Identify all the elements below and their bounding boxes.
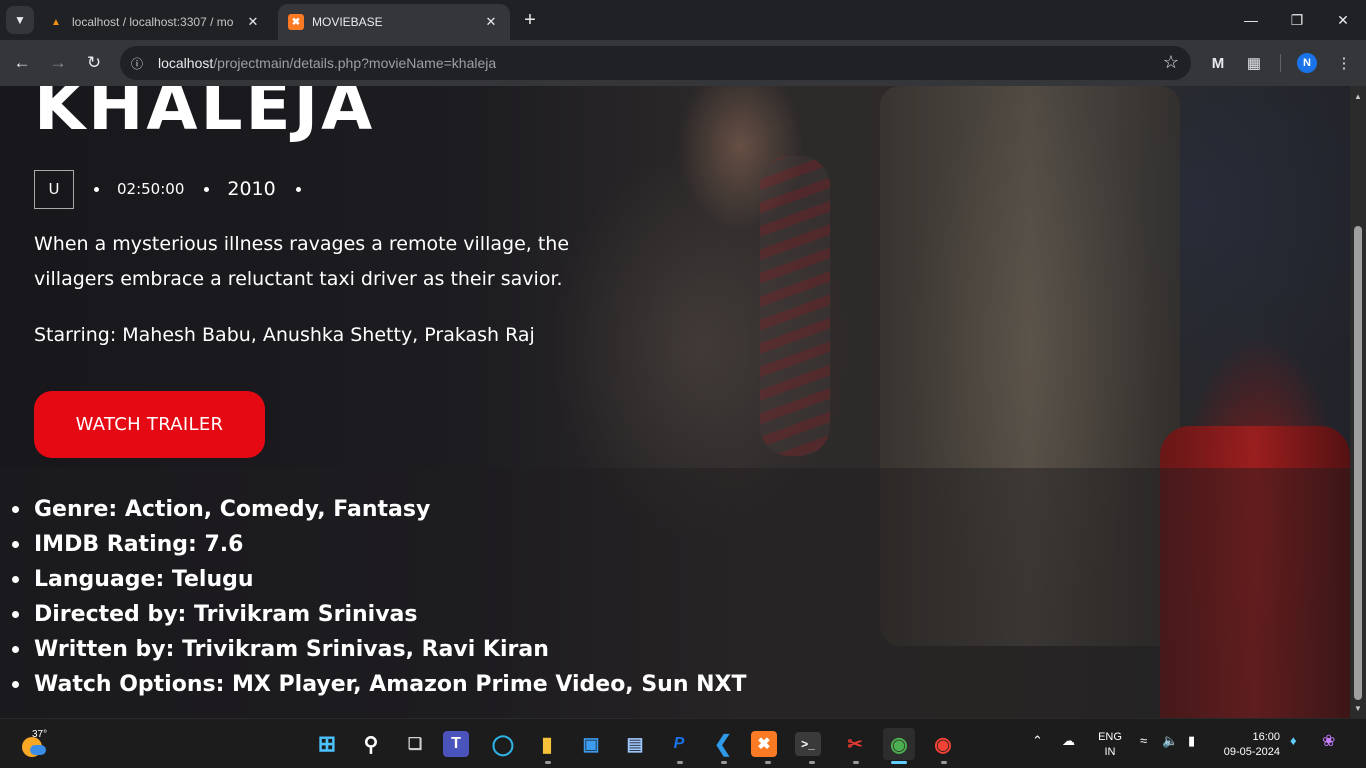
reload-button[interactable]: ↻ (80, 49, 108, 77)
tab-search-button[interactable]: ▼ (6, 6, 34, 34)
movie-starring: Starring: Mahesh Babu, Anushka Shetty, P… (34, 324, 535, 346)
photos-app-icon[interactable]: ▤ (619, 728, 651, 760)
input-language-indicator[interactable]: ENG IN (1094, 730, 1126, 760)
separator-dot (295, 186, 301, 192)
scroll-thumb[interactable] (1354, 226, 1362, 700)
close-icon[interactable]: ✕ (244, 13, 262, 31)
scroll-down-arrow-icon[interactable]: ▼ (1350, 700, 1366, 716)
separator-dot (94, 186, 99, 192)
battery-icon[interactable]: ▮ (1188, 733, 1195, 749)
snipping-tool-icon[interactable]: ✂ (839, 728, 871, 760)
task-view-icon[interactable]: ❏ (399, 728, 431, 760)
scroll-up-arrow-icon[interactable]: ▲ (1350, 88, 1366, 104)
file-explorer-icon[interactable]: ▮ (531, 728, 563, 760)
site-info-icon[interactable]: ⓘ (124, 50, 150, 76)
detail-watch-options: Watch Options: MX Player, Amazon Prime V… (12, 667, 747, 702)
forward-button[interactable]: → (44, 49, 72, 77)
detail-directed-by: Directed by: Trivikram Srinivas (12, 597, 747, 632)
windows-taskbar: 37° ⊞ ⚲ ❏ T ◯ ▮ ▣ ▤ P ❮ ✖ >_ ✂ ◉ ◉ ⌃ ☁ E… (0, 718, 1366, 768)
browser-toolbar: ← → ↻ ⓘ localhost/projectmain/details.ph… (0, 40, 1366, 86)
copilot-icon[interactable]: ❀ (1322, 731, 1335, 751)
bookmark-star-icon[interactable]: ☆ (1163, 52, 1179, 73)
active-app-indicator (891, 761, 907, 764)
restore-button[interactable]: ❐ (1274, 4, 1320, 36)
chrome-profile-n-icon[interactable]: ◉ (883, 728, 915, 760)
running-indicator (721, 761, 727, 764)
page-scrollbar[interactable]: ▲ ▼ (1350, 86, 1366, 718)
phpmyadmin-icon: ▲ (51, 16, 61, 28)
detail-written-by: Written by: Trivikram Srinivas, Ravi Kir… (12, 632, 747, 667)
movie-details-list: Genre: Action, Comedy, Fantasy IMDB Rati… (12, 492, 747, 702)
running-indicator (809, 761, 815, 764)
tab-strip: ▼ ▲ localhost / localhost:3307 / mo ✕ ✖ … (0, 0, 1366, 40)
more-menu-icon[interactable]: ⋮ (1333, 52, 1355, 74)
running-indicator (941, 761, 947, 764)
certificate-badge: U (34, 169, 74, 209)
separator-dot (204, 186, 210, 192)
url-text[interactable]: localhost/projectmain/details.php?movieN… (158, 55, 496, 71)
running-indicator (853, 761, 859, 764)
teams-icon[interactable]: T (443, 731, 469, 757)
movie-meta: U 02:50:00 2010 (34, 169, 319, 209)
system-clock[interactable]: 16:00 09-05-2024 (1216, 730, 1280, 760)
detail-genre: Genre: Action, Comedy, Fantasy (12, 492, 747, 527)
hero-image-detail (760, 156, 830, 456)
start-windows-icon[interactable]: ⊞ (311, 728, 343, 760)
movie-title: KHALEJA (34, 86, 376, 145)
profile-avatar[interactable]: N (1297, 53, 1317, 73)
detail-language: Language: Telugu (12, 562, 747, 597)
back-button[interactable]: ← (8, 49, 36, 77)
vscode-icon[interactable]: ❮ (707, 728, 739, 760)
toolbar-divider (1280, 54, 1281, 72)
show-hidden-icons-chevron-icon[interactable]: ⌃ (1032, 733, 1043, 749)
chevron-down-icon: ▼ (14, 13, 26, 27)
extensions-puzzle-icon[interactable]: ▦ (1243, 52, 1265, 74)
tab-title: localhost / localhost:3307 / mo (72, 15, 234, 29)
xampp-icon: ✖ (288, 14, 304, 30)
weather-widget[interactable]: 37° (18, 729, 58, 759)
tab-phpmyadmin[interactable]: ▲ localhost / localhost:3307 / mo ✕ (38, 4, 272, 40)
minimize-button[interactable]: — (1228, 4, 1274, 36)
remote-desktop-icon[interactable]: P (663, 728, 695, 760)
xampp-taskbar-icon[interactable]: ✖ (751, 731, 777, 757)
tab-moviebase[interactable]: ✖ MOVIEBASE ✕ (278, 4, 510, 40)
weather-temperature: 37° (32, 729, 48, 740)
search-icon[interactable]: ⚲ (355, 728, 387, 760)
extension-m-icon[interactable]: M (1207, 52, 1229, 74)
movie-duration: 02:50:00 (117, 180, 185, 198)
window-close-button[interactable]: ✕ (1320, 4, 1366, 36)
volume-muted-icon[interactable]: 🔈 (1162, 733, 1178, 749)
new-tab-button[interactable]: + (518, 8, 542, 32)
detail-imdb-rating: IMDB Rating: 7.6 (12, 527, 747, 562)
running-indicator (677, 761, 683, 764)
terminal-icon[interactable]: >_ (795, 732, 821, 756)
watch-trailer-button[interactable]: WATCH TRAILER (34, 391, 265, 458)
tab-title: MOVIEBASE (312, 15, 383, 29)
edge-browser-icon[interactable]: ◯ (487, 728, 519, 760)
running-indicator (765, 761, 771, 764)
notification-bell-icon[interactable]: ♦ (1290, 733, 1297, 748)
running-indicator (545, 761, 551, 764)
close-icon[interactable]: ✕ (482, 13, 500, 31)
movie-synopsis: When a mysterious illness ravages a remo… (34, 233, 570, 290)
address-bar[interactable]: ⓘ localhost/projectmain/details.php?movi… (120, 46, 1191, 80)
page-viewport: KHALEJA U 02:50:00 2010 When a mysteriou… (0, 86, 1350, 718)
movie-year: 2010 (227, 178, 276, 200)
weather-cloud-icon (30, 745, 46, 755)
wifi-icon[interactable]: ≈ (1140, 733, 1147, 748)
onedrive-icon[interactable]: ☁ (1062, 733, 1075, 749)
microsoft-store-icon[interactable]: ▣ (575, 728, 607, 760)
chrome-icon[interactable]: ◉ (927, 728, 959, 760)
